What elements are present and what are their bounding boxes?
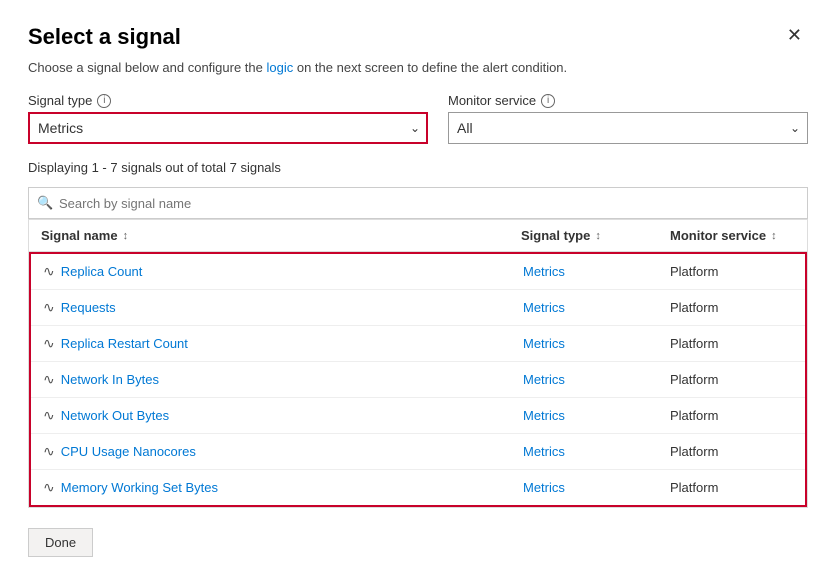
signal-type-value: Metrics (523, 300, 565, 315)
table-row: ∿ Network In Bytes Metrics Platform (31, 362, 805, 398)
signal-type-cell: Metrics (511, 300, 658, 315)
signal-name-link[interactable]: Replica Restart Count (61, 336, 188, 351)
column-signal-type: Signal type ↕ (509, 228, 658, 243)
monitor-service-value: Platform (670, 264, 718, 279)
close-button[interactable]: ✕ (781, 24, 808, 46)
monitor-service-value: Platform (670, 408, 718, 423)
sort-monitor-service-icon[interactable]: ↕ (771, 230, 777, 242)
monitor-service-cell: Platform (658, 444, 805, 459)
monitor-service-label: Monitor service i (448, 93, 808, 108)
signal-name-cell: ∿ Replica Restart Count (31, 335, 511, 352)
monitor-service-select[interactable]: All (448, 112, 808, 144)
signal-name-cell: ∿ Network Out Bytes (31, 407, 511, 424)
monitor-service-value: Platform (670, 444, 718, 459)
dialog-subtitle: Choose a signal below and configure the … (28, 60, 808, 75)
wave-icon: ∿ (43, 443, 55, 460)
wave-icon: ∿ (43, 479, 55, 496)
monitor-service-cell: Platform (658, 408, 805, 423)
monitor-service-value: Platform (670, 372, 718, 387)
monitor-service-value: Platform (670, 336, 718, 351)
table-row: ∿ Replica Count Metrics Platform (31, 254, 805, 290)
monitor-service-value: Platform (670, 480, 718, 495)
signal-type-value: Metrics (523, 480, 565, 495)
dialog-title: Select a signal (28, 24, 181, 50)
signal-name-cell: ∿ Replica Count (31, 263, 511, 280)
search-box-wrapper: 🔍 (28, 187, 808, 219)
search-input[interactable] (28, 187, 808, 219)
sort-signal-type-icon[interactable]: ↕ (595, 230, 601, 242)
select-signal-dialog: Select a signal ✕ Choose a signal below … (0, 0, 836, 581)
table-row: ∿ Network Out Bytes Metrics Platform (31, 398, 805, 434)
signal-type-value: Metrics (523, 444, 565, 459)
signal-name-link[interactable]: Network Out Bytes (61, 408, 169, 423)
signal-type-select[interactable]: Metrics (28, 112, 428, 144)
table-row: ∿ Memory Working Set Bytes Metrics Platf… (31, 470, 805, 505)
signal-name-cell: ∿ Memory Working Set Bytes (31, 479, 511, 496)
wave-icon: ∿ (43, 407, 55, 424)
signal-type-select-wrapper: Metrics ⌄ (28, 112, 428, 144)
monitor-service-cell: Platform (658, 336, 805, 351)
search-icon: 🔍 (37, 195, 53, 211)
column-signal-name: Signal name ↕ (29, 228, 509, 243)
monitor-service-info-icon[interactable]: i (541, 94, 555, 108)
signal-type-value: Metrics (523, 264, 565, 279)
table-header: Signal name ↕ Signal type ↕ Monitor serv… (29, 220, 807, 252)
dialog-header: Select a signal ✕ (28, 24, 808, 50)
table-row: ∿ Replica Restart Count Metrics Platform (31, 326, 805, 362)
wave-icon: ∿ (43, 263, 55, 280)
display-count: Displaying 1 - 7 signals out of total 7 … (28, 160, 808, 175)
subtitle-rest: on the next screen to define the alert c… (293, 60, 567, 75)
form-row: Signal type i Metrics ⌄ Monitor service … (28, 93, 808, 144)
table-body: ∿ Replica Count Metrics Platform ∿ Reque… (29, 252, 807, 507)
signal-type-value: Metrics (523, 372, 565, 387)
done-button[interactable]: Done (28, 528, 93, 557)
signal-type-cell: Metrics (511, 372, 658, 387)
signal-name-cell: ∿ CPU Usage Nanocores (31, 443, 511, 460)
signal-type-cell: Metrics (511, 444, 658, 459)
column-monitor-service: Monitor service ↕ (658, 228, 807, 243)
signal-type-cell: Metrics (511, 264, 658, 279)
signal-type-cell: Metrics (511, 480, 658, 495)
signals-table: Signal name ↕ Signal type ↕ Monitor serv… (28, 219, 808, 508)
signal-type-info-icon[interactable]: i (97, 94, 111, 108)
wave-icon: ∿ (43, 371, 55, 388)
signal-type-cell: Metrics (511, 408, 658, 423)
wave-icon: ∿ (43, 299, 55, 316)
monitor-service-group: Monitor service i All ⌄ (448, 93, 808, 144)
monitor-service-cell: Platform (658, 480, 805, 495)
monitor-service-cell: Platform (658, 264, 805, 279)
signal-name-cell: ∿ Network In Bytes (31, 371, 511, 388)
signal-name-link[interactable]: Memory Working Set Bytes (61, 480, 218, 495)
table-row: ∿ CPU Usage Nanocores Metrics Platform (31, 434, 805, 470)
wave-icon: ∿ (43, 335, 55, 352)
table-row: ∿ Requests Metrics Platform (31, 290, 805, 326)
signal-type-value: Metrics (523, 408, 565, 423)
monitor-service-select-wrapper: All ⌄ (448, 112, 808, 144)
signal-type-label: Signal type i (28, 93, 428, 108)
signal-type-group: Signal type i Metrics ⌄ (28, 93, 428, 144)
signal-name-link[interactable]: Requests (61, 300, 116, 315)
monitor-service-cell: Platform (658, 300, 805, 315)
signal-type-value: Metrics (523, 336, 565, 351)
signal-name-cell: ∿ Requests (31, 299, 511, 316)
signal-name-link[interactable]: Replica Count (61, 264, 143, 279)
sort-signal-name-icon[interactable]: ↕ (123, 230, 129, 242)
monitor-service-value: Platform (670, 300, 718, 315)
signal-name-link[interactable]: CPU Usage Nanocores (61, 444, 196, 459)
signal-type-cell: Metrics (511, 336, 658, 351)
subtitle-text: Choose a signal below and configure the (28, 60, 267, 75)
logic-link[interactable]: logic (267, 60, 294, 75)
signal-name-link[interactable]: Network In Bytes (61, 372, 159, 387)
monitor-service-cell: Platform (658, 372, 805, 387)
